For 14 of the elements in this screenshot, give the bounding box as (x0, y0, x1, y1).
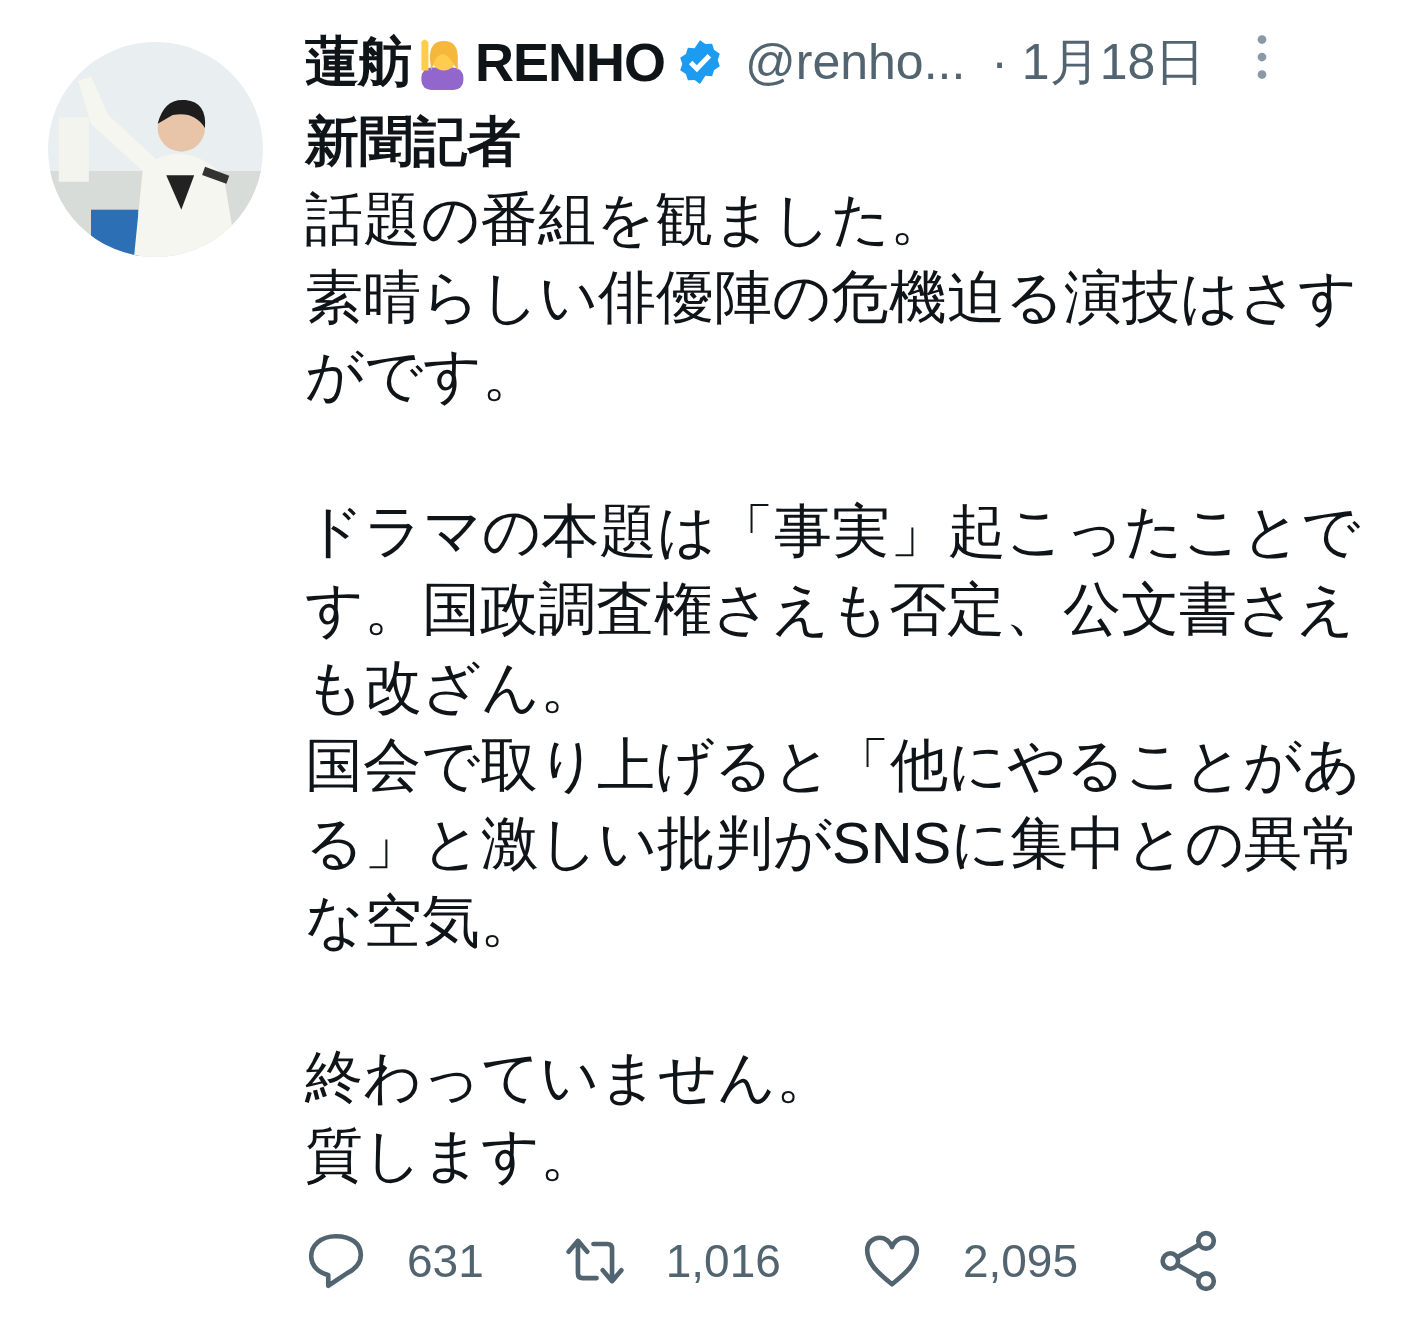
tweet-text: 話題の番組を観ました。 (305, 185, 949, 253)
tweet-text: 国会で取り上げると「他にやることがある」と激しい批判がSNSに集中との異常な空気。 (305, 731, 1362, 955)
display-name: 新聞記者 (305, 110, 522, 173)
action-count: 1,016 (665, 1234, 781, 1288)
tweet-text: ドラマの本題は「事実」起こったことです。国政調査権さえも否定、公文書さえも改ざん。 (305, 497, 1361, 721)
tweet-text: 質します。 (305, 1121, 599, 1189)
user-handle: @renho... (745, 33, 966, 91)
tweet-date: · 1月18日 (991, 32, 1206, 92)
tweet-text: 終わっていません。 (305, 1043, 835, 1111)
display-name: 蓮舫 (305, 29, 411, 93)
tweet-text: 素晴らしい俳優陣の危機迫る演技はさすがです。 (305, 263, 1358, 409)
display-name: RENHO (475, 31, 665, 93)
action-count: 631 (407, 1234, 484, 1288)
action-count: 2,095 (962, 1234, 1078, 1288)
